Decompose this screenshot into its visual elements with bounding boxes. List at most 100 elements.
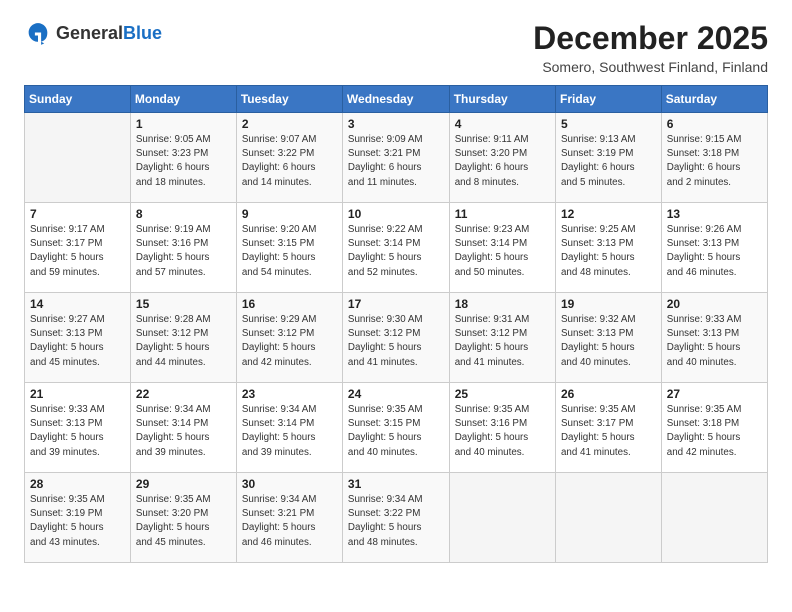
day-cell-21: 21 Sunrise: 9:33 AM Sunset: 3:13 PM Dayli… [25,383,131,473]
day-info: Sunrise: 9:35 AM Sunset: 3:16 PM Dayligh… [455,403,550,460]
day-number: 10 [348,207,444,221]
day-cell-5: 5 Sunrise: 9:13 AM Sunset: 3:19 PM Daylig… [555,113,661,203]
day-info: Sunrise: 9:35 AM Sunset: 3:17 PM Dayligh… [561,403,656,460]
page-header: GeneralBlue December 2025 Somero, Southw… [24,20,768,75]
day-info: Sunrise: 9:33 AM Sunset: 3:13 PM Dayligh… [30,403,125,460]
day-cell-25: 25 Sunrise: 9:35 AM Sunset: 3:16 PM Dayli… [449,383,555,473]
day-cell-1: 1 Sunrise: 9:05 AM Sunset: 3:23 PM Daylig… [130,113,236,203]
day-info: Sunrise: 9:15 AM Sunset: 3:18 PM Dayligh… [667,133,762,190]
weekday-header-saturday: Saturday [661,86,767,113]
day-number: 17 [348,297,444,311]
day-info: Sunrise: 9:13 AM Sunset: 3:19 PM Dayligh… [561,133,656,190]
day-info: Sunrise: 9:34 AM Sunset: 3:21 PM Dayligh… [242,493,337,550]
day-info: Sunrise: 9:25 AM Sunset: 3:13 PM Dayligh… [561,223,656,280]
day-info: Sunrise: 9:34 AM Sunset: 3:14 PM Dayligh… [136,403,231,460]
day-cell-4: 4 Sunrise: 9:11 AM Sunset: 3:20 PM Daylig… [449,113,555,203]
day-info: Sunrise: 9:35 AM Sunset: 3:18 PM Dayligh… [667,403,762,460]
day-info: Sunrise: 9:27 AM Sunset: 3:13 PM Dayligh… [30,313,125,370]
day-cell-17: 17 Sunrise: 9:30 AM Sunset: 3:12 PM Dayli… [342,293,449,383]
weekday-header-tuesday: Tuesday [236,86,342,113]
day-cell-6: 6 Sunrise: 9:15 AM Sunset: 3:18 PM Daylig… [661,113,767,203]
logo-general: General [56,24,123,44]
day-cell-13: 13 Sunrise: 9:26 AM Sunset: 3:13 PM Dayli… [661,203,767,293]
day-cell-15: 15 Sunrise: 9:28 AM Sunset: 3:12 PM Dayli… [130,293,236,383]
day-cell-16: 16Sunrise: 9:29 AM Sunset: 3:12 PM Dayli… [236,293,342,383]
logo-text: GeneralBlue [56,24,162,44]
day-info: Sunrise: 9:23 AM Sunset: 3:14 PM Dayligh… [455,223,550,280]
day-cell-12: 12Sunrise: 9:25 AM Sunset: 3:13 PM Dayli… [555,203,661,293]
day-cell-19: 19 Sunrise: 9:32 AM Sunset: 3:13 PM Dayli… [555,293,661,383]
day-info: Sunrise: 9:35 AM Sunset: 3:19 PM Dayligh… [30,493,125,550]
location-title: Somero, Southwest Finland, Finland [533,59,768,75]
day-number: 6 [667,117,762,131]
day-number: 15 [136,297,231,311]
day-number: 9 [242,207,337,221]
day-cell-22: 22 Sunrise: 9:34 AM Sunset: 3:14 PM Dayli… [130,383,236,473]
day-info: Sunrise: 9:30 AM Sunset: 3:12 PM Dayligh… [348,313,444,370]
day-cell-18: 18Sunrise: 9:31 AM Sunset: 3:12 PM Dayli… [449,293,555,383]
logo-blue: Blue [123,24,162,44]
week-row-1: 1 Sunrise: 9:05 AM Sunset: 3:23 PM Daylig… [25,113,768,203]
day-info: Sunrise: 9:26 AM Sunset: 3:13 PM Dayligh… [667,223,762,280]
day-info: Sunrise: 9:09 AM Sunset: 3:21 PM Dayligh… [348,133,444,190]
day-info: Sunrise: 9:28 AM Sunset: 3:12 PM Dayligh… [136,313,231,370]
day-number: 14 [30,297,125,311]
day-cell-28: 28 Sunrise: 9:35 AM Sunset: 3:19 PM Dayli… [25,473,131,563]
month-title: December 2025 [533,20,768,57]
day-number: 4 [455,117,550,131]
day-cell-3: 3 Sunrise: 9:09 AM Sunset: 3:21 PM Daylig… [342,113,449,203]
weekday-header-wednesday: Wednesday [342,86,449,113]
day-info: Sunrise: 9:19 AM Sunset: 3:16 PM Dayligh… [136,223,231,280]
day-cell-30: 30 Sunrise: 9:34 AM Sunset: 3:21 PM Dayli… [236,473,342,563]
day-number: 22 [136,387,231,401]
day-number: 21 [30,387,125,401]
empty-cell [661,473,767,563]
day-number: 26 [561,387,656,401]
day-number: 25 [455,387,550,401]
day-number: 3 [348,117,444,131]
logo-icon [24,20,52,48]
day-cell-2: 2 Sunrise: 9:07 AM Sunset: 3:22 PM Daylig… [236,113,342,203]
day-cell-27: 27Sunrise: 9:35 AM Sunset: 3:18 PM Dayli… [661,383,767,473]
day-number: 8 [136,207,231,221]
day-cell-10: 10Sunrise: 9:22 AM Sunset: 3:14 PM Dayli… [342,203,449,293]
day-info: Sunrise: 9:07 AM Sunset: 3:22 PM Dayligh… [242,133,337,190]
day-info: Sunrise: 9:35 AM Sunset: 3:20 PM Dayligh… [136,493,231,550]
day-info: Sunrise: 9:33 AM Sunset: 3:13 PM Dayligh… [667,313,762,370]
day-number: 30 [242,477,337,491]
week-row-4: 21 Sunrise: 9:33 AM Sunset: 3:13 PM Dayli… [25,383,768,473]
day-info: Sunrise: 9:34 AM Sunset: 3:22 PM Dayligh… [348,493,444,550]
empty-cell [449,473,555,563]
day-cell-14: 14 Sunrise: 9:27 AM Sunset: 3:13 PM Dayli… [25,293,131,383]
day-number: 18 [455,297,550,311]
day-number: 5 [561,117,656,131]
weekday-header-row: SundayMondayTuesdayWednesdayThursdayFrid… [25,86,768,113]
empty-cell [25,113,131,203]
day-number: 31 [348,477,444,491]
day-number: 28 [30,477,125,491]
day-cell-9: 9Sunrise: 9:20 AM Sunset: 3:15 PM Daylig… [236,203,342,293]
title-block: December 2025 Somero, Southwest Finland,… [533,20,768,75]
day-info: Sunrise: 9:35 AM Sunset: 3:15 PM Dayligh… [348,403,444,460]
empty-cell [555,473,661,563]
weekday-header-friday: Friday [555,86,661,113]
day-number: 23 [242,387,337,401]
day-info: Sunrise: 9:17 AM Sunset: 3:17 PM Dayligh… [30,223,125,280]
week-row-5: 28 Sunrise: 9:35 AM Sunset: 3:19 PM Dayli… [25,473,768,563]
day-number: 19 [561,297,656,311]
day-number: 20 [667,297,762,311]
day-cell-23: 23 Sunrise: 9:34 AM Sunset: 3:14 PM Dayli… [236,383,342,473]
day-cell-8: 8 Sunrise: 9:19 AM Sunset: 3:16 PM Daylig… [130,203,236,293]
day-number: 2 [242,117,337,131]
day-info: Sunrise: 9:05 AM Sunset: 3:23 PM Dayligh… [136,133,231,190]
day-info: Sunrise: 9:32 AM Sunset: 3:13 PM Dayligh… [561,313,656,370]
day-number: 1 [136,117,231,131]
day-cell-31: 31 Sunrise: 9:34 AM Sunset: 3:22 PM Dayli… [342,473,449,563]
day-info: Sunrise: 9:11 AM Sunset: 3:20 PM Dayligh… [455,133,550,190]
day-info: Sunrise: 9:34 AM Sunset: 3:14 PM Dayligh… [242,403,337,460]
day-cell-26: 26 Sunrise: 9:35 AM Sunset: 3:17 PM Dayli… [555,383,661,473]
day-number: 13 [667,207,762,221]
week-row-2: 7Sunrise: 9:17 AM Sunset: 3:17 PM Daylig… [25,203,768,293]
day-number: 11 [455,207,550,221]
calendar: SundayMondayTuesdayWednesdayThursdayFrid… [24,85,768,563]
